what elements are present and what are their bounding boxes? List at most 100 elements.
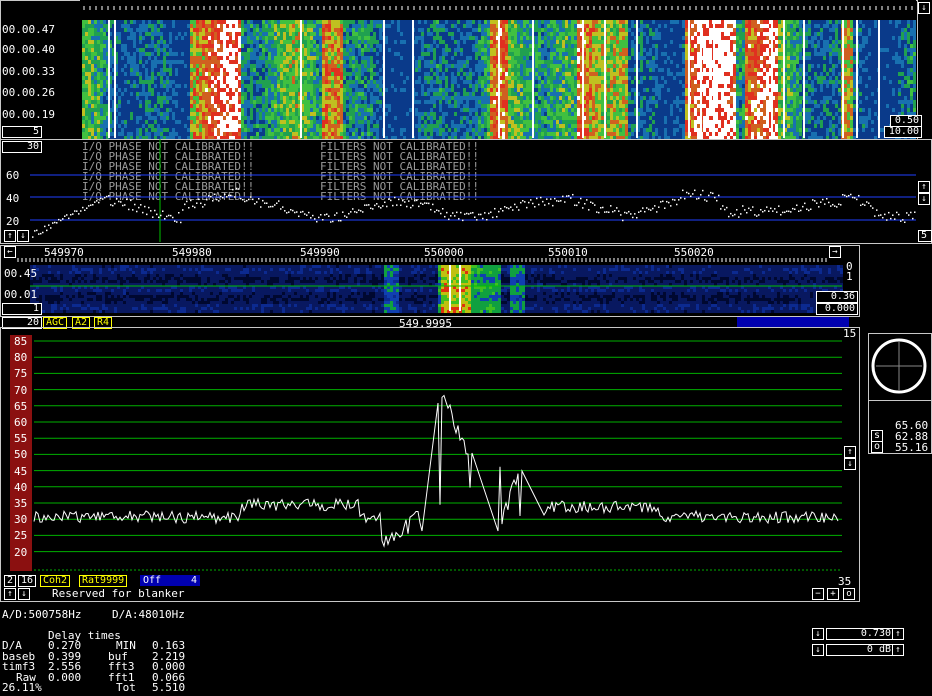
wide-waterfall-cell	[190, 64, 193, 68]
wide-waterfall-cell	[136, 132, 139, 136]
wide-waterfall-cell	[310, 96, 313, 100]
wide-waterfall-cell	[439, 24, 442, 28]
wide-waterfall-cell	[415, 80, 418, 84]
wide-waterfall-cell	[232, 92, 235, 96]
wide-waterfall-cell	[361, 80, 364, 84]
wide-waterfall-cell	[421, 88, 424, 92]
wide-waterfall-cell	[160, 72, 163, 76]
wide-waterfall-cell	[157, 44, 160, 48]
wide-waterfall-cell	[400, 36, 403, 40]
wide-waterfall-cell	[313, 72, 316, 76]
wide-waterfall-cell	[136, 100, 139, 104]
wide-waterfall-cell	[502, 52, 505, 56]
wide-waterfall-cell	[565, 96, 568, 100]
wide-waterfall-cell	[286, 60, 289, 64]
wide-waterfall-cell	[427, 28, 430, 32]
wide-waterfall-cell	[304, 120, 307, 124]
wide-waterfall-cell	[304, 108, 307, 112]
wide-waterfall-cell	[481, 36, 484, 40]
wide-waterfall-cell	[142, 64, 145, 68]
wide-waterfall-cell	[346, 84, 349, 88]
wide-waterfall-cell	[394, 124, 397, 128]
wide-waterfall-cell	[331, 40, 334, 44]
wide-waterfall-cell	[235, 108, 238, 112]
wide-waterfall-cell	[346, 88, 349, 92]
wide-waterfall-cell	[262, 48, 265, 52]
wide-waterfall-cell	[535, 104, 538, 108]
wide-waterfall-cell	[220, 124, 223, 128]
wide-waterfall-cell	[400, 76, 403, 80]
wide-waterfall-cell	[328, 80, 331, 84]
wide-waterfall-cell	[451, 28, 454, 32]
wide-waterfall-cell	[385, 112, 388, 116]
wide-waterfall-cell	[277, 60, 280, 64]
wide-waterfall-cell	[217, 100, 220, 104]
wide-waterfall-cell	[454, 36, 457, 40]
wide-waterfall-cell	[316, 88, 319, 92]
wide-waterfall-cell	[220, 112, 223, 116]
wide-waterfall-cell	[337, 60, 340, 64]
wide-waterfall-cell	[328, 84, 331, 88]
wide-waterfall-cell	[175, 96, 178, 100]
wide-waterfall-cell	[541, 36, 544, 40]
wide-waterfall-cell	[208, 84, 211, 88]
wide-waterfall-cell	[250, 128, 253, 132]
wide-waterfall-cell	[427, 120, 430, 124]
wide-waterfall-cell	[406, 60, 409, 64]
wide-waterfall-cell	[91, 104, 94, 108]
wide-waterfall-cell	[172, 52, 175, 56]
wide-waterfall-cell	[343, 28, 346, 32]
wide-waterfall-cell	[559, 52, 562, 56]
wide-waterfall-cell	[130, 60, 133, 64]
wide-waterfall-cell	[325, 116, 328, 120]
wide-waterfall-cell	[547, 36, 550, 40]
wide-waterfall-cell	[550, 28, 553, 32]
wide-waterfall-cell	[214, 120, 217, 124]
wide-waterfall-cell	[535, 44, 538, 48]
wide-waterfall-cell	[511, 24, 514, 28]
wide-waterfall-cell	[493, 108, 496, 112]
wide-waterfall-cell	[553, 108, 556, 112]
wide-waterfall-cell	[421, 24, 424, 28]
wide-waterfall-cell	[448, 120, 451, 124]
wide-waterfall-cell	[94, 28, 97, 32]
wide-waterfall-cell	[160, 108, 163, 112]
wide-waterfall-cell	[325, 128, 328, 132]
wide-waterfall-cell	[349, 32, 352, 36]
wide-waterfall-cell	[427, 124, 430, 128]
wide-waterfall-cell	[553, 44, 556, 48]
wide-waterfall-cell	[121, 84, 124, 88]
wide-waterfall-cell	[220, 52, 223, 56]
wide-waterfall-cell	[253, 68, 256, 72]
wide-waterfall-cell	[217, 68, 220, 72]
wide-waterfall-cell	[469, 104, 472, 108]
wide-waterfall-cell	[361, 76, 364, 80]
wide-waterfall-cell	[418, 84, 421, 88]
wide-waterfall-cell	[331, 132, 334, 136]
wide-waterfall-cell	[226, 40, 229, 44]
wide-waterfall-cell	[256, 40, 259, 44]
wide-waterfall-cell	[370, 52, 373, 56]
wide-waterfall-cell	[439, 36, 442, 40]
wide-waterfall-cell	[118, 28, 121, 32]
wide-waterfall-cell	[271, 36, 274, 40]
wide-waterfall-cell	[535, 112, 538, 116]
wide-waterfall-image[interactable]	[0, 0, 916, 140]
wide-waterfall-cell	[529, 52, 532, 56]
wide-waterfall-cell	[304, 132, 307, 136]
wide-waterfall-cell	[520, 96, 523, 100]
wide-waterfall-cell	[292, 88, 295, 92]
wide-waterfall-cell	[478, 100, 481, 104]
wide-waterfall-cell	[121, 112, 124, 116]
wide-waterfall-cell	[502, 124, 505, 128]
wide-waterfall-cell	[124, 36, 127, 40]
wide-waterfall-cell	[403, 108, 406, 112]
wide-waterfall-cell	[220, 80, 223, 84]
wide-waterfall-cell	[454, 120, 457, 124]
wide-waterfall-cell	[514, 32, 517, 36]
wide-waterfall-cell	[340, 100, 343, 104]
wide-waterfall-cell	[103, 60, 106, 64]
wide-waterfall-cell	[391, 24, 394, 28]
wide-waterfall-cell	[403, 84, 406, 88]
wide-waterfall-cell	[352, 52, 355, 56]
